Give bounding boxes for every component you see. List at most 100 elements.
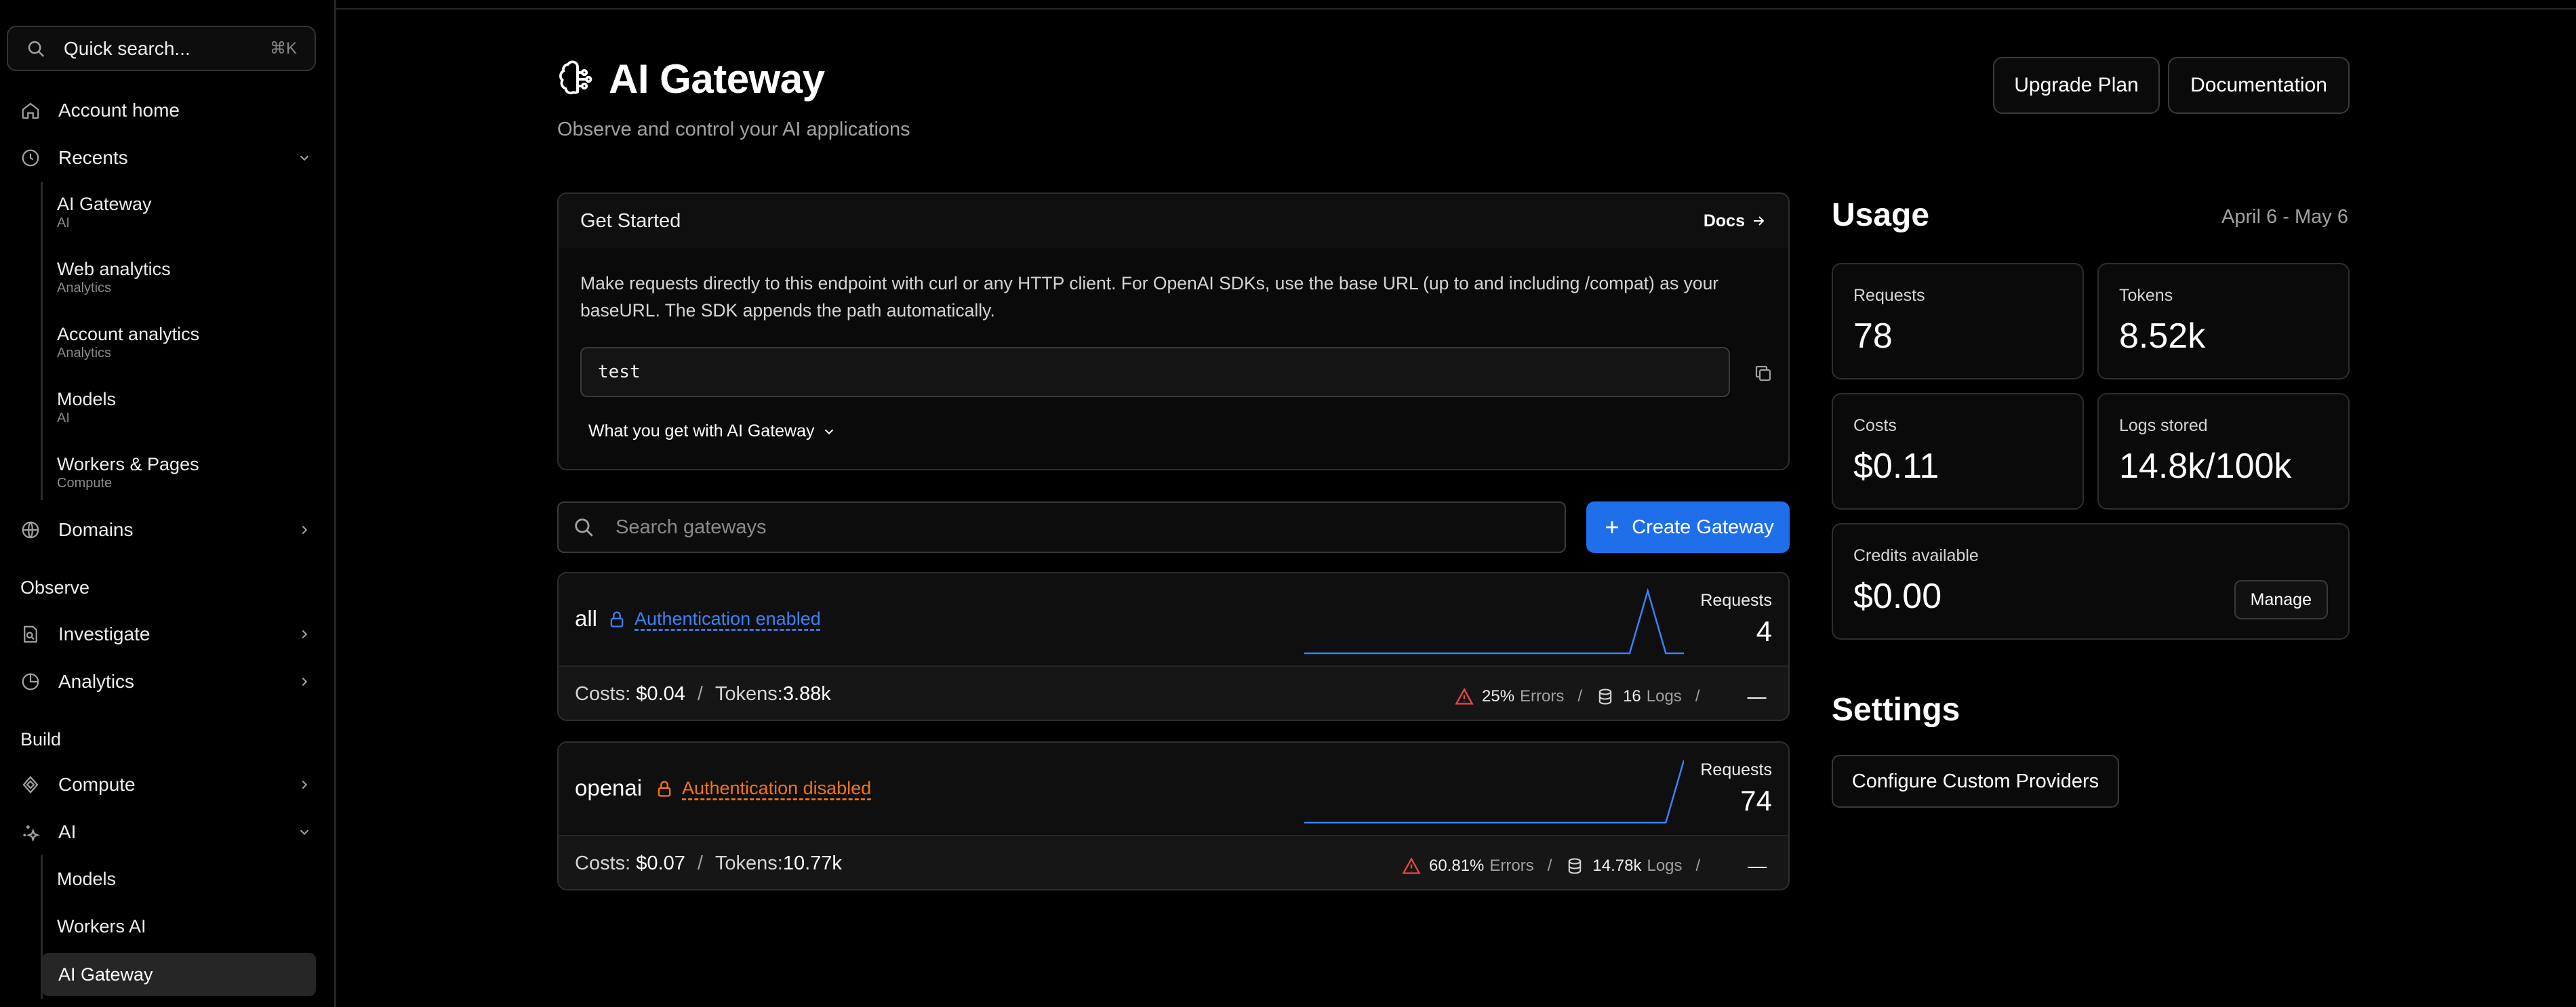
tokens-value: 3.88k — [782, 683, 831, 705]
sidebar-subitem-workers-ai[interactable]: Workers AI — [57, 916, 146, 937]
recent-item-sub: AI — [57, 215, 70, 230]
recent-item-workers-pages[interactable]: Workers & Pages Compute — [57, 453, 315, 491]
requests-sparkline — [1304, 760, 1684, 824]
usage-card-tokens: Tokens 8.52k — [2097, 263, 2350, 379]
create-gateway-button[interactable]: Create Gateway — [1586, 501, 1790, 553]
recent-item-title: Models — [57, 389, 117, 409]
arrow-right-icon — [1754, 216, 1765, 226]
sparkles-icon — [23, 825, 40, 842]
tokens-value: 10.77k — [782, 852, 842, 874]
sidebar-item-domains[interactable]: Domains — [20, 511, 312, 549]
recent-item-title: Web analytics — [57, 259, 171, 279]
lock-open-icon — [658, 780, 671, 797]
gateway-card-all[interactable]: all Authentication enabled Requests 4 — [557, 572, 1790, 667]
sidebar-item-label: Investigate — [58, 623, 150, 644]
requests-label: Requests — [1700, 591, 1772, 610]
stat-separator: / — [1547, 857, 1552, 875]
documentation-button[interactable]: Documentation — [2168, 57, 2350, 114]
clock-icon — [22, 149, 39, 167]
gateway-name[interactable]: openai — [575, 775, 642, 801]
chart-pie-icon — [22, 673, 39, 691]
gateway-errors-logs: 25% Errors / 16 Logs / — — [1455, 686, 1766, 707]
page-title: AI Gateway — [557, 56, 825, 102]
usage-costs-label: Costs — [1853, 416, 1897, 435]
sidebar-item-label: Domains — [58, 519, 134, 540]
sidebar-item-label: AI — [58, 821, 77, 842]
what-you-get-label: What you get with AI Gateway — [588, 422, 815, 440]
requests-count: 74 — [1740, 785, 1772, 817]
quick-search-shortcut: ⌘K — [269, 39, 297, 58]
search-icon — [575, 518, 593, 537]
logs-count: 14.78k — [1592, 857, 1642, 875]
sidebar-item-analytics[interactable]: Analytics — [20, 663, 312, 701]
auth-status-label: Authentication disabled — [682, 778, 872, 798]
gateway-extra-value: — — [1747, 686, 1767, 707]
stat-separator: / — [1695, 857, 1701, 875]
recent-item-web-analytics[interactable]: Web analytics Analytics — [57, 258, 315, 295]
stat-separator: / — [1577, 687, 1583, 705]
costs-value: $0.07 — [636, 852, 685, 874]
warning-icon — [1455, 688, 1474, 705]
auth-status-badge[interactable]: Authentication enabled — [607, 609, 821, 630]
create-gateway-label: Create Gateway — [1632, 516, 1774, 538]
usage-card-requests: Requests 78 — [1832, 263, 2084, 379]
gateway-card-openai[interactable]: openai Authentication disabled Requests … — [557, 741, 1790, 836]
usage-date-range[interactable]: April 6 - May 6 — [2221, 206, 2348, 228]
sidebar-item-label: Recents — [58, 147, 128, 168]
settings-title: Settings — [1832, 692, 1960, 728]
copy-icon[interactable] — [1753, 363, 1773, 384]
tokens-label: Tokens: — [715, 852, 783, 874]
logs-label: Logs — [1646, 687, 1682, 705]
tokens-label: Tokens: — [715, 683, 783, 705]
usage-credits-value: $0.00 — [1853, 577, 1942, 616]
what-you-get-toggle[interactable]: What you get with AI Gateway — [588, 422, 837, 441]
gateway-cost-tokens: Costs: $0.07 / Tokens: 10.77k — [575, 852, 842, 875]
sidebar-subitem-models[interactable]: Models — [57, 869, 116, 890]
auth-status-badge[interactable]: Authentication disabled — [655, 778, 871, 799]
stat-separator: / — [697, 852, 703, 874]
manage-credits-button[interactable]: Manage — [2234, 580, 2328, 619]
database-icon — [1569, 858, 1582, 874]
gateway-extra-value: — — [1748, 855, 1767, 876]
gateway-search-placeholder: Search gateways — [616, 516, 767, 538]
sidebar-item-label: Account home — [58, 100, 180, 121]
configure-custom-providers-button[interactable]: Configure Custom Providers — [1832, 755, 2119, 808]
chevron-right-icon — [302, 780, 308, 789]
sidebar-item-compute[interactable]: Compute — [20, 766, 312, 804]
chevron-right-icon — [302, 525, 308, 535]
logs-label: Logs — [1647, 857, 1683, 875]
sidebar-item-recents[interactable]: Recents — [20, 139, 312, 177]
gateway-stats-all: Costs: $0.04 / Tokens: 3.88k 25% Errors /… — [557, 665, 1790, 721]
recent-item-models[interactable]: Models AI — [57, 388, 315, 426]
costs-label: Costs: — [575, 683, 631, 705]
endpoint-field[interactable]: test — [580, 347, 1730, 397]
requests-count: 4 — [1756, 615, 1772, 647]
auth-status-label: Authentication enabled — [635, 609, 821, 629]
errors-label: Errors — [1489, 857, 1534, 875]
usage-requests-value: 78 — [1853, 316, 1893, 356]
usage-tokens-label: Tokens — [2119, 286, 2173, 305]
usage-logs-label: Logs stored — [2119, 416, 2208, 435]
sidebar-subitem-ai-gateway[interactable]: AI Gateway — [42, 953, 316, 996]
recent-item-ai-gateway[interactable]: AI Gateway AI — [57, 192, 315, 230]
gateway-name[interactable]: all — [575, 606, 597, 632]
sidebar-item-account-home[interactable]: Account home — [20, 91, 312, 129]
errors-pct: 60.81% — [1429, 857, 1485, 875]
top-divider — [336, 8, 2576, 9]
section-label-build: Build — [20, 729, 62, 749]
gateway-search-input[interactable]: Search gateways — [557, 501, 1566, 553]
page-title-text: AI Gateway — [609, 56, 825, 102]
logs-count: 16 — [1623, 687, 1641, 705]
docs-link[interactable]: Docs — [1704, 211, 1767, 231]
quick-search[interactable]: Quick search... ⌘K — [7, 26, 316, 71]
sidebar-item-investigate[interactable]: Investigate — [20, 615, 312, 653]
costs-label: Costs: — [575, 852, 631, 874]
recent-item-account-analytics[interactable]: Account analytics Analytics — [57, 323, 315, 361]
recents-tree-line — [41, 182, 43, 500]
recent-item-sub: Analytics — [57, 281, 112, 295]
upgrade-plan-button[interactable]: Upgrade Plan — [1993, 57, 2160, 114]
chevron-down-icon — [300, 829, 309, 836]
usage-tokens-value: 8.52k — [2119, 316, 2206, 356]
sidebar-item-ai[interactable]: AI — [20, 813, 312, 851]
page-subtitle: Observe and control your AI applications — [557, 119, 910, 140]
